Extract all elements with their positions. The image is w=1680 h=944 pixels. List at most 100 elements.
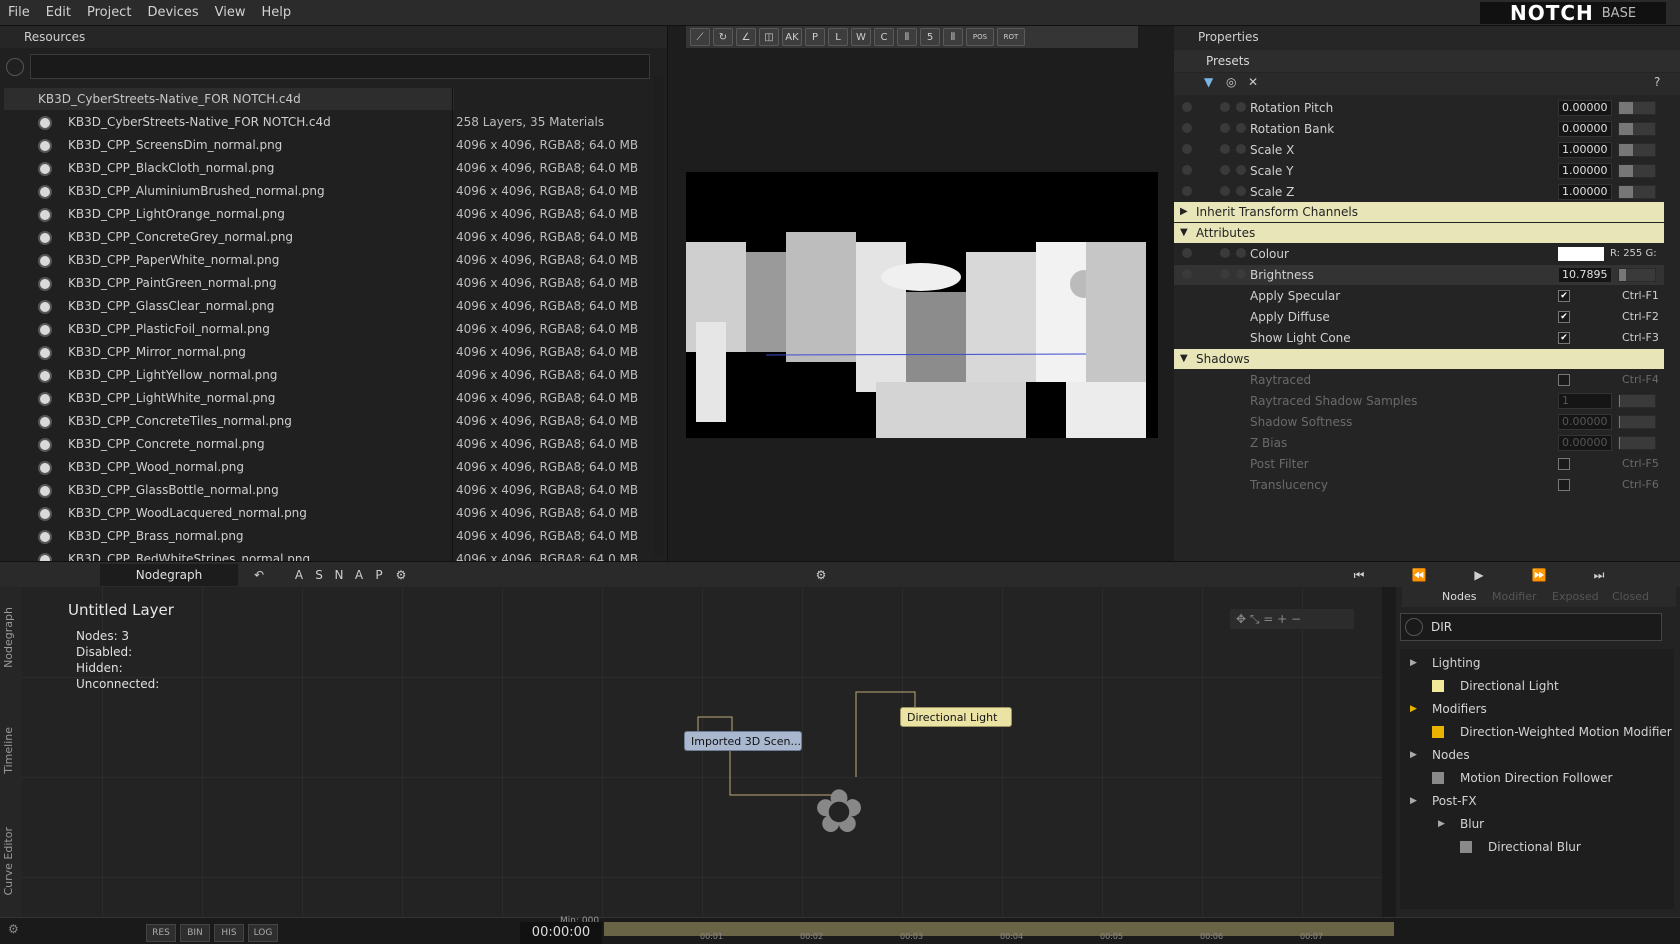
menu-edit[interactable]: Edit xyxy=(38,0,79,26)
resource-row[interactable]: KB3D_CPP_GlassBottle_normal.png 4096 x 40… xyxy=(0,479,668,502)
settings-icon[interactable]: ⚙ xyxy=(8,922,19,936)
snap-s-icon[interactable]: S xyxy=(310,566,328,584)
resource-row[interactable]: KB3D_CPP_LightYellow_normal.png 4096 x 40… xyxy=(0,364,668,387)
lock-rot-icon[interactable]: ROT xyxy=(997,28,1025,46)
axis-icon[interactable]: ⟋ xyxy=(690,28,710,46)
snap-a-icon[interactable]: A xyxy=(350,566,368,584)
view-controls[interactable]: ✥ ⤡ = + − xyxy=(1230,609,1354,629)
filter-icon[interactable]: ▼ xyxy=(1204,75,1213,89)
property-field[interactable]: 1.00000 xyxy=(1558,142,1612,158)
property-slider[interactable] xyxy=(1618,164,1656,178)
ak-icon[interactable]: A xyxy=(290,566,308,584)
resource-row[interactable]: KB3D_CPP_Wood_normal.png 4096 x 4096, RGB… xyxy=(0,456,668,479)
side-tab-curve-editor[interactable]: Curve Editor xyxy=(2,827,20,896)
tree-item[interactable]: ▶ Nodes xyxy=(1410,745,1470,765)
keyframe-icon[interactable] xyxy=(1182,248,1192,258)
tree-item[interactable]: ▶ Lighting xyxy=(1410,653,1481,673)
tree-item[interactable]: Motion Direction Follower xyxy=(1432,768,1612,788)
zbias-field[interactable]: 0.00000 xyxy=(1558,435,1612,451)
fast-forward-icon[interactable]: ⏩ xyxy=(1530,566,1548,584)
section-inherit-transform[interactable]: ▶ Inherit Transform Channels xyxy=(1174,202,1664,222)
ruler2-icon[interactable]: ⦀ xyxy=(943,28,963,46)
tree-item[interactable]: Direction-Weighted Motion Modifier xyxy=(1432,722,1672,742)
brightness-field[interactable]: 10.7895 xyxy=(1558,267,1612,283)
keyframe-icon[interactable] xyxy=(1182,123,1192,133)
colour-swatch[interactable] xyxy=(1558,247,1604,261)
tree-item[interactable]: ▶ Modifiers xyxy=(1410,699,1487,719)
attribute-checkbox[interactable]: ✔ xyxy=(1558,311,1570,323)
column-divider[interactable] xyxy=(452,88,453,561)
keyframe-icon[interactable] xyxy=(1182,269,1192,279)
keyframe-icon[interactable] xyxy=(1182,186,1192,196)
target-icon[interactable]: ◎ xyxy=(1226,75,1236,89)
status-tab-res[interactable]: RES xyxy=(146,924,176,942)
ak-icon[interactable]: AK xyxy=(782,28,802,46)
resources-root-item[interactable]: KB3D_CyberStreets-Native_FOR NOTCH.c4d xyxy=(4,88,454,110)
w-icon[interactable]: W xyxy=(851,28,871,46)
expand-arrow-icon[interactable]: ▶ xyxy=(1410,699,1417,719)
tree-item[interactable]: ▶ Post-FX xyxy=(1410,791,1477,811)
rewind-icon[interactable]: ⏪ xyxy=(1410,566,1428,584)
menu-view[interactable]: View xyxy=(207,0,254,26)
snap-n-icon[interactable]: N xyxy=(330,566,348,584)
gear-icon[interactable]: ⚙ xyxy=(812,566,830,584)
undo-icon[interactable]: ↶ xyxy=(250,566,268,584)
menu-help[interactable]: Help xyxy=(254,0,300,26)
angle-icon[interactable]: ∠ xyxy=(736,28,756,46)
status-tab-log[interactable]: LOG xyxy=(248,924,278,942)
resource-row[interactable]: KB3D_CPP_Mirror_normal.png 4096 x 4096, R… xyxy=(0,341,668,364)
skip-start-icon[interactable]: ⏮ xyxy=(1350,566,1368,584)
menu-project[interactable]: Project xyxy=(79,0,139,26)
resource-row[interactable]: KB3D_CyberStreets-Native_FOR NOTCH.c4d 25… xyxy=(0,111,668,134)
resource-row[interactable]: KB3D_CPP_ScreensDim_normal.png 4096 x 409… xyxy=(0,134,668,157)
snap-p-icon[interactable]: P xyxy=(370,566,388,584)
attribute-checkbox[interactable]: ✔ xyxy=(1558,332,1570,344)
l-icon[interactable]: L xyxy=(828,28,848,46)
zbias-slider[interactable] xyxy=(1618,436,1656,450)
ruler-icon[interactable]: ⦀ xyxy=(897,28,917,46)
expand-arrow-icon[interactable]: ▶ xyxy=(1438,814,1445,834)
nodegraph-canvas[interactable]: Untitled Layer Nodes: 3 Disabled: Hidden… xyxy=(22,587,1382,917)
expand-arrow-icon[interactable]: ▶ xyxy=(1410,653,1417,673)
softness-field[interactable]: 0.00000 xyxy=(1558,414,1612,430)
tab-closed[interactable]: Closed xyxy=(1612,587,1649,607)
property-slider[interactable] xyxy=(1618,185,1656,199)
side-tab-timeline[interactable]: Timeline xyxy=(2,727,20,774)
side-tab-nodegraph[interactable]: Nodegraph xyxy=(2,607,20,668)
render-viewport[interactable] xyxy=(686,172,1158,438)
resource-row[interactable]: KB3D_CPP_WoodLacquered_normal.png 4096 x … xyxy=(0,502,668,525)
scale-icon[interactable]: ◫ xyxy=(759,28,779,46)
expand-arrow-icon[interactable]: ▶ xyxy=(1410,745,1417,765)
rt-samples-field[interactable]: 1 xyxy=(1558,393,1612,409)
timecode-display[interactable]: 00:00:00 xyxy=(520,922,602,944)
keyframe-icon[interactable] xyxy=(1182,102,1192,112)
clear-icon[interactable]: ✕ xyxy=(1248,75,1258,89)
keyframe-icon[interactable] xyxy=(1182,144,1192,154)
rt-samples-slider[interactable] xyxy=(1618,394,1656,408)
clear-search-icon[interactable] xyxy=(1405,618,1423,636)
resource-row[interactable]: KB3D_CPP_ConcreteGrey_normal.png 4096 x 4… xyxy=(0,226,668,249)
tree-item[interactable]: Directional Light xyxy=(1432,676,1559,696)
tree-item[interactable]: ▶ Blur xyxy=(1438,814,1484,834)
tab-modifier[interactable]: Modifier xyxy=(1492,587,1536,607)
translucency-checkbox[interactable] xyxy=(1558,479,1570,491)
brightness-slider[interactable] xyxy=(1618,268,1656,282)
resource-row[interactable]: KB3D_CPP_LightOrange_normal.png 4096 x 40… xyxy=(0,203,668,226)
resource-row[interactable]: KB3D_CPP_GlassClear_normal.png 4096 x 409… xyxy=(0,295,668,318)
resource-row[interactable]: KB3D_CPP_Concrete_normal.png 4096 x 4096,… xyxy=(0,433,668,456)
resource-row[interactable]: KB3D_CPP_AluminiumBrushed_normal.png 4096… xyxy=(0,180,668,203)
resource-row[interactable]: KB3D_CPP_ConcreteTiles_normal.png 4096 x … xyxy=(0,410,668,433)
property-field[interactable]: 0.00000 xyxy=(1558,121,1612,137)
resource-row[interactable]: KB3D_CPP_Brass_normal.png 4096 x 4096, RG… xyxy=(0,525,668,548)
status-tab-his[interactable]: HIS xyxy=(214,924,244,942)
menu-devices[interactable]: Devices xyxy=(139,0,206,26)
menu-file[interactable]: File xyxy=(0,0,38,26)
toolbar-number[interactable]: 5 xyxy=(920,28,940,46)
resource-row[interactable]: KB3D_CPP_PlasticFoil_normal.png 4096 x 40… xyxy=(0,318,668,341)
post-filter-checkbox[interactable] xyxy=(1558,458,1570,470)
node-imported-3d-scene[interactable]: Imported 3D Scen... xyxy=(684,731,802,751)
resource-row[interactable]: KB3D_CPP_PaintGreen_normal.png 4096 x 409… xyxy=(0,272,668,295)
resources-search-input[interactable] xyxy=(30,54,650,79)
property-slider[interactable] xyxy=(1618,143,1656,157)
root-gear-icon[interactable]: ✿ xyxy=(804,777,874,847)
